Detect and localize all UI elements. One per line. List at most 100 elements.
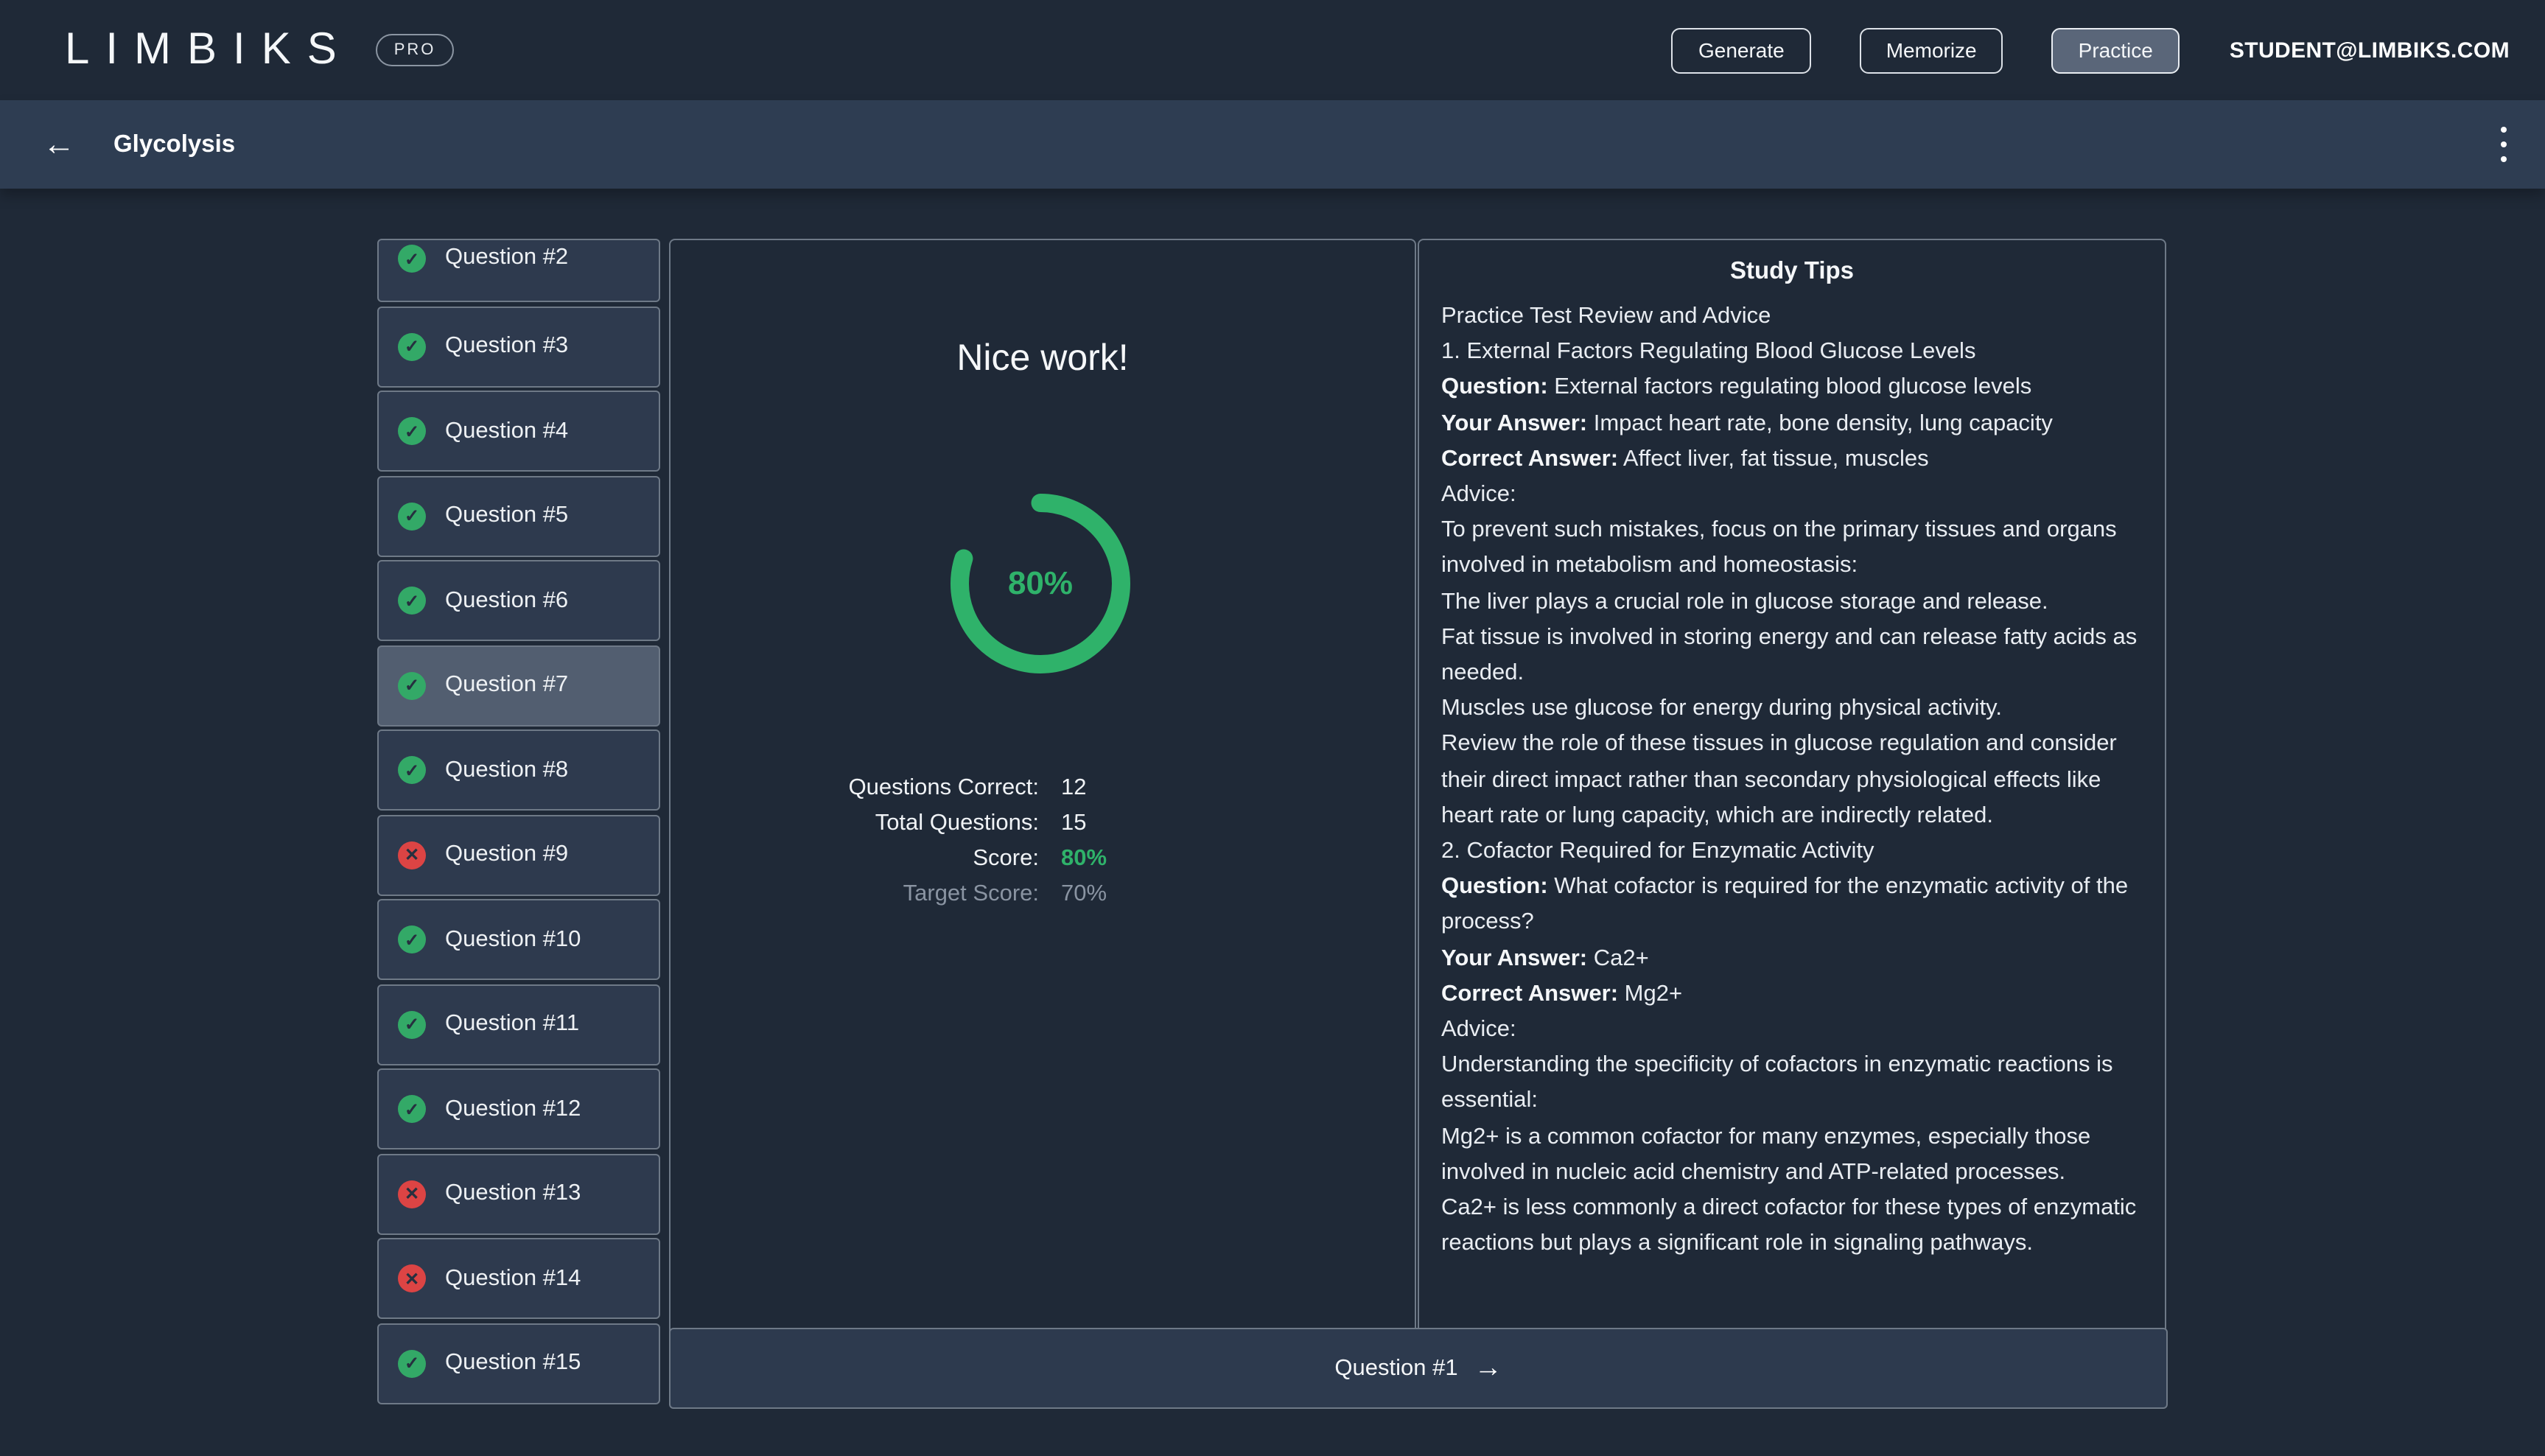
next-question-button[interactable]: Question #1 →: [669, 1328, 2168, 1409]
study-tip-line: 1. External Factors Regulating Blood Glu…: [1441, 335, 2143, 370]
check-circle-icon: ✓: [398, 502, 426, 530]
study-tip-bold-label: Question:: [1441, 875, 1548, 900]
question-label: Question #15: [445, 1350, 581, 1376]
study-tip-line: Review the role of these tissues in gluc…: [1441, 727, 2143, 834]
study-tip-bold-label: Your Answer:: [1441, 945, 1587, 970]
sidebar-item-question-6[interactable]: ✓ Question #6: [377, 560, 660, 641]
sidebar-item-question-2[interactable]: ✓ Question #2: [377, 239, 660, 302]
study-tip-line: Mg2+ is a common cofactor for many enzym…: [1441, 1119, 2143, 1191]
question-label: Question #9: [445, 841, 568, 868]
study-tip-line: Advice:: [1441, 1012, 2143, 1048]
x-circle-icon: ✕: [398, 841, 426, 869]
stat-label: Questions Correct:: [671, 771, 1039, 806]
check-circle-icon: ✓: [398, 245, 426, 273]
app-logo: LIMBIKS: [65, 25, 353, 75]
sidebar-item-question-10[interactable]: ✓Question #10: [377, 899, 660, 980]
nav-button-practice[interactable]: Practice: [2052, 27, 2180, 73]
sidebar-item-question-12[interactable]: ✓Question #12: [377, 1068, 660, 1149]
question-label: Question #3: [445, 333, 568, 360]
pro-badge: PRO: [377, 34, 454, 66]
user-email[interactable]: STUDENT@LIMBIKS.COM: [2230, 38, 2510, 63]
sidebar-item-question-9[interactable]: ✕ Question #9: [377, 814, 660, 895]
study-tip-line: Muscles use glucose for energy during ph…: [1441, 691, 2143, 727]
study-tip-bold-label: Question:: [1441, 375, 1548, 400]
study-tip-line: Ca2+ is less commonly a direct cofactor …: [1441, 1191, 2143, 1262]
stat-value: 80%: [1039, 841, 1107, 877]
header-nav: Generate Memorize Practice: [1672, 27, 2180, 73]
study-tips-body: Practice Test Review and Advice1. Extern…: [1441, 299, 2143, 1262]
check-circle-icon: ✓: [398, 1010, 426, 1038]
results-panel: Nice work! 80% Questions Correct:12Total…: [669, 239, 1416, 1409]
study-tip-line: 2. Cofactor Required for Enzymatic Activ…: [1441, 834, 2143, 869]
question-label: Question #6: [445, 587, 568, 614]
sidebar-item-question-15[interactable]: ✓ Question #15: [377, 1323, 660, 1404]
results-heading: Nice work!: [671, 337, 1415, 380]
check-circle-icon: ✓: [398, 1349, 426, 1377]
stat-label: Score:: [671, 841, 1039, 877]
study-tip-line: Your Answer: Impact heart rate, bone den…: [1441, 406, 2143, 441]
question-label: Question #13: [445, 1180, 581, 1207]
stat-row-score: Score:80%: [671, 841, 1415, 877]
stat-label: Target Score:: [671, 877, 1039, 912]
study-tip-line: Your Answer: Ca2+: [1441, 941, 2143, 976]
stat-row-questions-correct: Questions Correct:12: [671, 771, 1415, 806]
score-stats: Questions Correct:12Total Questions:15Sc…: [671, 771, 1415, 912]
study-tips-title: Study Tips: [1441, 258, 2143, 286]
question-list: ✓Question #2✓Question #3✓Question #4✓Que…: [377, 239, 660, 1409]
question-label: Question #11: [445, 1011, 579, 1037]
stat-label: Total Questions:: [671, 806, 1039, 841]
check-circle-icon: ✓: [398, 925, 426, 953]
next-question-label: Question #1: [1334, 1355, 1457, 1382]
question-label: Question #5: [445, 503, 568, 529]
question-label: Question #8: [445, 757, 568, 783]
study-tip-line: The liver plays a crucial role in glucos…: [1441, 584, 2143, 620]
top-header: LIMBIKS PRO Generate Memorize Practice STU…: [0, 0, 2545, 100]
sidebar-item-question-11[interactable]: ✓ Question #11: [377, 984, 660, 1065]
back-arrow-icon[interactable]: ←: [43, 128, 75, 161]
study-tip-line: Correct Answer: Affect liver, fat tissue…: [1441, 442, 2143, 477]
sidebar-item-question-7[interactable]: ✓ Question #7: [377, 645, 660, 726]
deck-title: Glycolysis: [113, 130, 235, 158]
score-donut-chart: 80%: [951, 494, 1130, 673]
check-circle-icon: ✓: [398, 417, 426, 445]
stat-row-target-score: Target Score:70%: [671, 877, 1415, 912]
deck-toolbar: ← Glycolysis: [0, 100, 2545, 189]
stat-row-total-questions: Total Questions:15: [671, 806, 1415, 841]
question-label: Question #7: [445, 672, 568, 699]
x-circle-icon: ✕: [398, 1264, 426, 1292]
study-tip-line: Practice Test Review and Advice: [1441, 299, 2143, 335]
study-tip-bold-label: Correct Answer:: [1441, 981, 1618, 1007]
x-circle-icon: ✕: [398, 1180, 426, 1208]
sidebar-item-question-13[interactable]: ✕ Question #13: [377, 1153, 660, 1234]
check-circle-icon: ✓: [398, 332, 426, 360]
nav-button-memorize[interactable]: Memorize: [1860, 27, 2003, 73]
check-circle-icon: ✓: [398, 671, 426, 699]
check-circle-icon: ✓: [398, 1095, 426, 1123]
sidebar-item-question-8[interactable]: ✓ Question #8: [377, 729, 660, 811]
kebab-menu-icon[interactable]: [2495, 121, 2513, 168]
sidebar-item-question-3[interactable]: ✓ Question #3: [377, 306, 660, 387]
score-donut-label: 80%: [951, 494, 1130, 673]
question-label: Question #4: [445, 418, 568, 444]
app-window: LIMBIKS PRO Generate Memorize Practice STU…: [0, 0, 2545, 1456]
study-tip-line: Question: External factors regulating bl…: [1441, 371, 2143, 406]
nav-button-generate[interactable]: Generate: [1672, 27, 1811, 73]
check-circle-icon: ✓: [398, 756, 426, 784]
sidebar-item-question-5[interactable]: ✓ Question #5: [377, 475, 660, 556]
arrow-right-icon: →: [1474, 1354, 1502, 1382]
study-tip-line: Fat tissue is involved in storing energy…: [1441, 620, 2143, 692]
study-tip-bold-label: Your Answer:: [1441, 410, 1587, 435]
stat-value: 12: [1039, 771, 1087, 806]
sidebar-item-question-14[interactable]: ✕Question #14: [377, 1238, 660, 1319]
sidebar-item-question-4[interactable]: ✓ Question #4: [377, 391, 660, 472]
study-tip-line: Advice:: [1441, 477, 2143, 513]
study-tip-line: Question: What cofactor is required for …: [1441, 870, 2143, 942]
check-circle-icon: ✓: [398, 587, 426, 615]
stat-value: 15: [1039, 806, 1087, 841]
study-tip-line: Correct Answer: Mg2+: [1441, 977, 2143, 1012]
study-tip-bold-label: Correct Answer:: [1441, 447, 1618, 472]
question-label: Question #2: [445, 245, 568, 271]
study-tips-panel[interactable]: Study Tips Practice Test Review and Advi…: [1418, 239, 2166, 1409]
study-tip-line: To prevent such mistakes, focus on the p…: [1441, 513, 2143, 584]
stat-value: 70%: [1039, 877, 1107, 912]
